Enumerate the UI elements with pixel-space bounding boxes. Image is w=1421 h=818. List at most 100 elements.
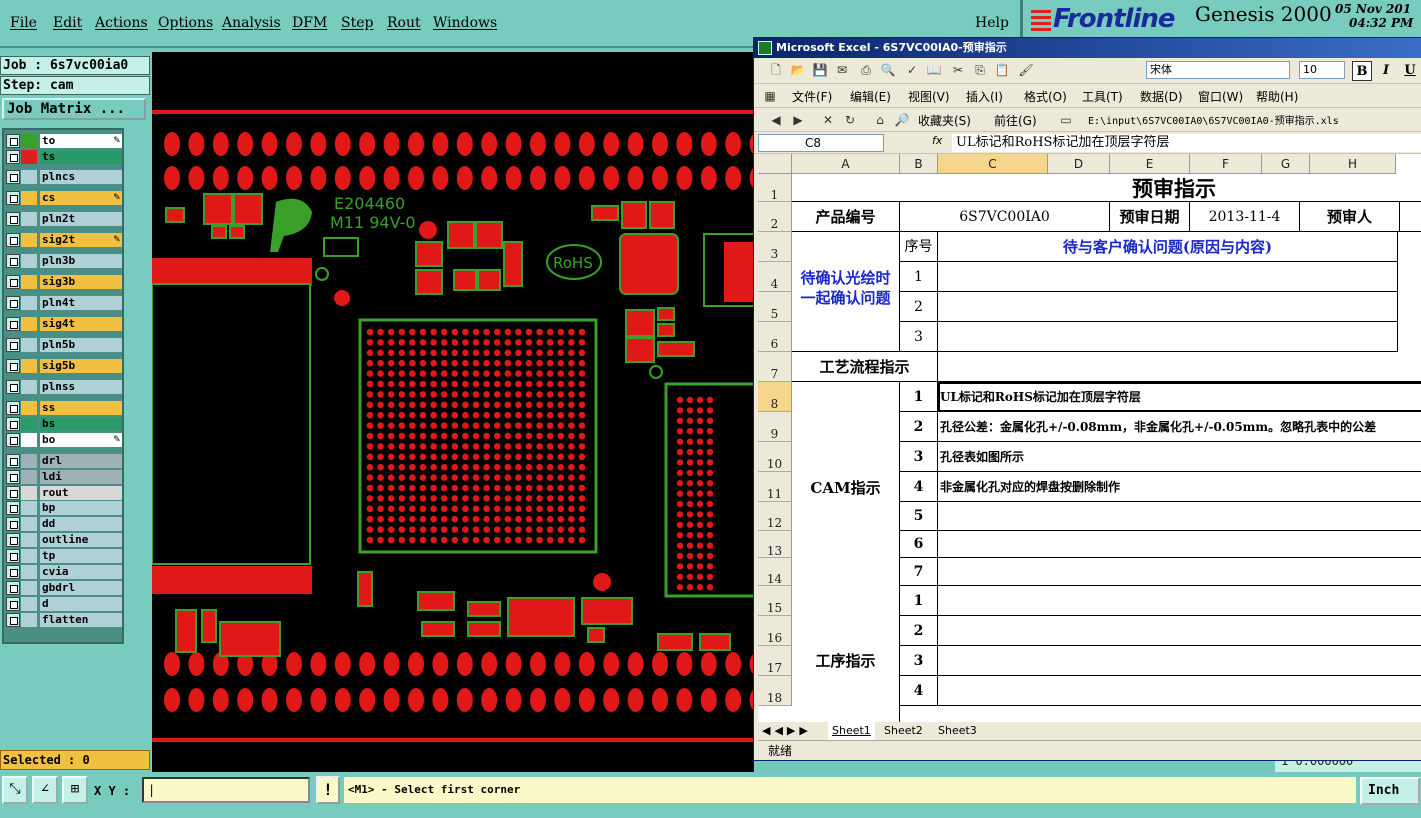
cell-cam-item[interactable]: 孔径表如图所示 xyxy=(938,442,1421,472)
layer-row-cs[interactable]: cs ✎ xyxy=(6,190,122,205)
cell-cam-item[interactable]: 非金属化孔对应的焊盘按删除制作 xyxy=(938,472,1421,502)
show-web-toolbar-icon[interactable]: ▭ xyxy=(1058,112,1074,128)
layer-color-swatch[interactable] xyxy=(21,565,37,579)
menu-windows[interactable]: Windows xyxy=(433,15,497,31)
layer-checkbox[interactable] xyxy=(6,613,20,627)
layer-name[interactable]: tp xyxy=(40,549,122,563)
new-icon[interactable]: 🗋 xyxy=(768,62,784,78)
layer-color-swatch[interactable] xyxy=(21,317,37,331)
layer-color-swatch[interactable] xyxy=(21,470,37,484)
italic-button[interactable]: I xyxy=(1376,61,1396,81)
copy-icon[interactable]: ⎘ xyxy=(972,62,988,78)
layer-checkbox[interactable] xyxy=(6,486,20,500)
font-name-select[interactable]: 宋体 xyxy=(1146,61,1290,79)
layer-name[interactable]: gbdrl xyxy=(40,581,122,595)
layer-color-swatch[interactable] xyxy=(21,486,37,500)
menu-tools-cn[interactable]: 工具(T) xyxy=(1082,88,1123,105)
layer-name[interactable]: ldi xyxy=(40,470,122,484)
layer-checkbox[interactable] xyxy=(6,134,20,148)
menu-help[interactable]: Help xyxy=(975,15,1009,31)
font-size-select[interactable]: 10 xyxy=(1299,61,1345,79)
cell-seq[interactable]: 5 xyxy=(900,502,938,531)
menu-file-cn[interactable]: 文件(F) xyxy=(792,88,832,105)
cell-issue[interactable] xyxy=(938,292,1398,322)
layer-checkbox[interactable] xyxy=(6,254,20,268)
cell-reviewer[interactable] xyxy=(1400,202,1421,232)
cell-process[interactable] xyxy=(938,352,1421,382)
menu-data-cn[interactable]: 数据(D) xyxy=(1140,88,1183,105)
layer-name[interactable]: ts xyxy=(40,150,122,164)
layer-row-pln3b[interactable]: pln3b xyxy=(6,254,122,268)
xy-input[interactable]: | xyxy=(142,777,310,803)
refresh-icon[interactable]: ↻ xyxy=(842,112,858,128)
layer-color-swatch[interactable] xyxy=(21,134,37,148)
grid-button[interactable]: ⊞ xyxy=(62,776,88,804)
layer-color-swatch[interactable] xyxy=(21,150,37,164)
unit-button[interactable]: Inch xyxy=(1360,777,1420,805)
tab-sheet3[interactable]: Sheet3 xyxy=(934,722,981,740)
layer-row-pln5b[interactable]: pln5b xyxy=(6,338,122,352)
layer-color-swatch[interactable] xyxy=(21,549,37,563)
menu-step[interactable]: Step xyxy=(341,15,373,31)
worksheet-grid[interactable]: A B C D E F G H 1 2 3 4 5 6 7 8 9 10 11 12 13 14 15 16 17 18 预审指示产… xyxy=(758,154,1421,722)
layer-color-swatch[interactable] xyxy=(21,401,37,415)
cell-cam-item[interactable] xyxy=(938,502,1421,531)
layer-color-swatch[interactable] xyxy=(21,359,37,373)
select-all-corner[interactable] xyxy=(758,154,792,174)
layer-row-ldi[interactable]: ldi xyxy=(6,470,122,484)
menu-help-cn[interactable]: 帮助(H) xyxy=(1256,88,1298,105)
search-web-icon[interactable]: 🔎 xyxy=(894,112,910,128)
measure-button[interactable]: ∠ xyxy=(32,776,58,804)
menu-analysis[interactable]: Analysis xyxy=(222,15,281,31)
layer-checkbox[interactable] xyxy=(6,401,20,415)
layer-row-drl[interactable]: drl xyxy=(6,454,122,468)
menu-edit-cn[interactable]: 编辑(E) xyxy=(850,88,891,105)
back-icon[interactable]: ◀ xyxy=(768,112,784,128)
print-icon[interactable]: ⎙ xyxy=(858,62,874,78)
layer-name[interactable]: bo xyxy=(40,433,122,447)
layer-color-swatch[interactable] xyxy=(21,275,37,289)
tab-sheet2[interactable]: Sheet2 xyxy=(880,722,927,740)
layer-checkbox[interactable] xyxy=(6,317,20,331)
layer-name[interactable]: sig4t xyxy=(40,317,122,331)
graphic-area[interactable]: E204460 M11 94V-0 RoHS xyxy=(152,52,754,772)
format-painter-icon[interactable]: 🖌 xyxy=(1018,62,1034,78)
permission-icon[interactable]: ✉ xyxy=(834,62,850,78)
stop-icon[interactable]: ✕ xyxy=(820,112,836,128)
pcb-view[interactable]: E204460 M11 94V-0 RoHS xyxy=(152,52,754,772)
cell-seq[interactable]: 3 xyxy=(900,322,938,352)
cell-procedure-label[interactable]: 工序指示 xyxy=(792,586,900,722)
underline-button[interactable]: U xyxy=(1400,61,1420,81)
layer-name[interactable]: drl xyxy=(40,454,122,468)
layer-row-flatten[interactable]: flatten xyxy=(6,613,122,627)
layer-name[interactable]: cs xyxy=(40,191,122,205)
menu-actions[interactable]: Actions xyxy=(95,15,148,31)
layer-checkbox[interactable] xyxy=(6,417,20,431)
layer-name[interactable]: cvia xyxy=(40,565,122,579)
sheet-nav-icon[interactable]: ◀◀▶▶ xyxy=(762,722,812,740)
open-icon[interactable]: 📂 xyxy=(790,62,806,78)
layer-name[interactable]: outline xyxy=(40,533,122,547)
cell-seq-label[interactable]: 序号 xyxy=(900,232,938,262)
layer-checkbox[interactable] xyxy=(6,380,20,394)
zoom-fit-button[interactable]: ⤡ xyxy=(2,776,28,804)
cell-product-label[interactable]: 产品编号 xyxy=(792,202,900,232)
layer-color-swatch[interactable] xyxy=(21,233,37,247)
layer-row-cvia[interactable]: cvia xyxy=(6,565,122,579)
cell-seq[interactable]: 4 xyxy=(900,472,938,502)
cell-seq[interactable]: 2 xyxy=(900,616,938,646)
menu-format-cn[interactable]: 格式(O) xyxy=(1024,88,1067,105)
layer-color-swatch[interactable] xyxy=(21,454,37,468)
layer-checkbox[interactable] xyxy=(6,296,20,310)
cell-seq[interactable]: 3 xyxy=(900,442,938,472)
cell-seq[interactable]: 1 xyxy=(900,586,938,616)
forward-icon[interactable]: ▶ xyxy=(790,112,806,128)
layer-row-rout[interactable]: rout xyxy=(6,486,122,500)
layer-row-sig5b[interactable]: sig5b xyxy=(6,359,122,373)
layer-checkbox[interactable] xyxy=(6,233,20,247)
address-field[interactable]: E:\input\6S7VC00IA0\6S7VC00IA0-预审指示.xls xyxy=(1088,112,1339,127)
cell-cam-item[interactable]: 孔径公差：金属化孔+/-0.08mm，非金属化孔+/-0.05mm。忽略孔表中的… xyxy=(938,412,1421,442)
layer-name[interactable]: bp xyxy=(40,501,122,515)
tab-sheet1[interactable]: Sheet1 xyxy=(828,722,875,740)
spelling-icon[interactable]: ✓ xyxy=(904,62,920,78)
